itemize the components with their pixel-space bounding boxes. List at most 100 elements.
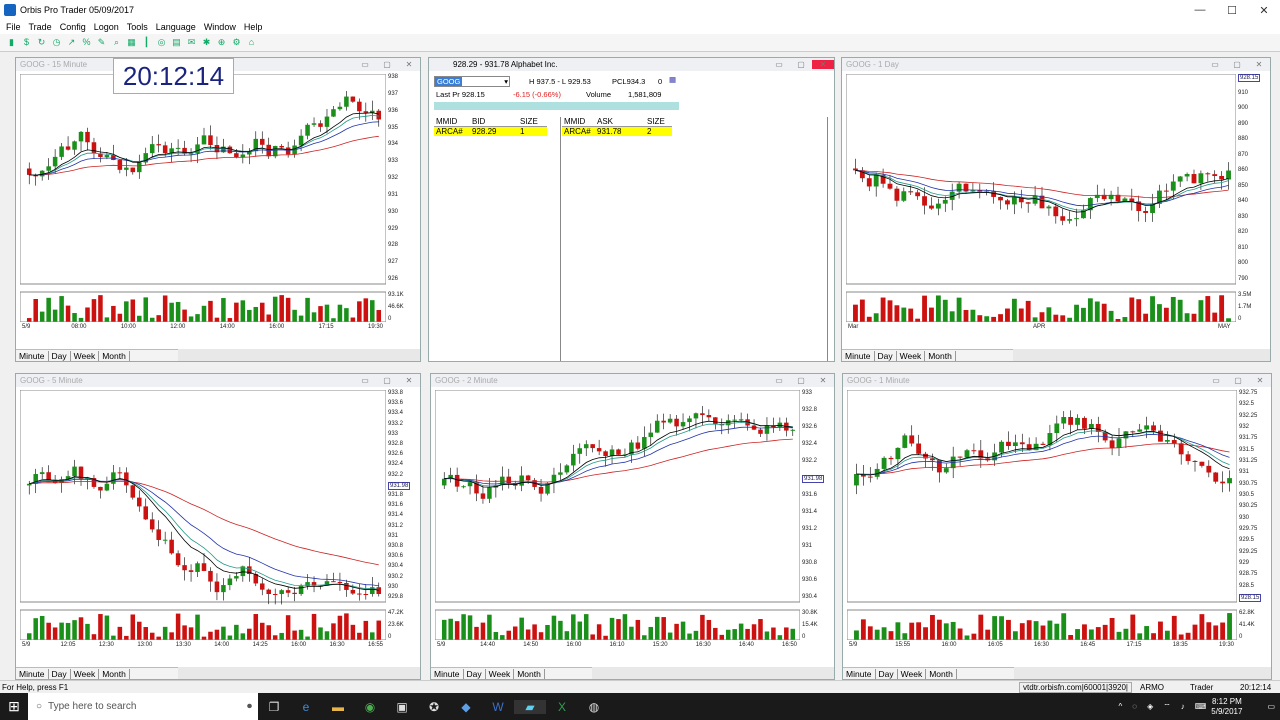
window-minimize[interactable]: ▭ (768, 60, 790, 69)
tab-month[interactable]: Month (926, 668, 957, 679)
refresh-icon[interactable]: ↻ (36, 37, 47, 48)
tab-day[interactable]: Day (875, 350, 897, 361)
app3-icon[interactable]: ◍ (578, 700, 610, 714)
taskbar-search[interactable]: ○ Type here to search ⏺ (28, 693, 258, 720)
edge-icon[interactable]: e (290, 700, 322, 714)
window-restore[interactable]: ▢ (376, 376, 398, 385)
chevron-down-icon[interactable]: ▾ (504, 77, 508, 86)
world-icon[interactable]: ⊕ (216, 37, 227, 48)
tab-week[interactable]: Week (71, 350, 100, 361)
window-restore[interactable]: ▢ (790, 376, 812, 385)
windows-start-icon[interactable]: ⊞ (0, 698, 28, 715)
table-row[interactable]: ARCA# 931.78 2 (562, 127, 672, 136)
price-chart[interactable] (846, 74, 1236, 322)
horizontal-scrollbar[interactable] (1013, 349, 1270, 361)
excel-icon[interactable]: X (546, 700, 578, 714)
search-icon[interactable]: ⌕ (111, 37, 122, 48)
chevron-up-icon[interactable]: ^ (1119, 702, 1123, 711)
tool-icon[interactable]: ✎ (96, 37, 107, 48)
symbol-input[interactable]: GOOG (435, 77, 463, 86)
window-close[interactable]: ✕ (398, 60, 420, 69)
menu-trade[interactable]: Trade (29, 22, 52, 32)
keyboard-icon[interactable]: ⌨ (1195, 702, 1207, 711)
horizontal-scrollbar[interactable] (592, 667, 834, 679)
window-minimize[interactable]: ▭ (354, 376, 376, 385)
taskbar-clock[interactable]: 8:12 PM 5/9/2017 (1211, 697, 1242, 717)
layers-icon[interactable]: ▤ (171, 37, 182, 48)
store-icon[interactable]: ▣ (386, 700, 418, 714)
tab-day[interactable]: Day (49, 668, 71, 679)
tab-minute[interactable]: Minute (843, 668, 876, 679)
menu-config[interactable]: Config (60, 22, 86, 32)
microphone-icon[interactable]: ⏺ (247, 701, 252, 712)
tab-day[interactable]: Day (464, 668, 486, 679)
tab-week[interactable]: Week (71, 668, 100, 679)
menu-tools[interactable]: Tools (127, 22, 148, 32)
window-restore[interactable]: ▢ (790, 60, 812, 69)
settings-icon[interactable]: ⚙ (231, 37, 242, 48)
price-chart[interactable] (847, 390, 1237, 640)
mail-icon[interactable]: ✉ (186, 37, 197, 48)
percent-icon[interactable]: % (81, 37, 92, 48)
tab-week[interactable]: Week (897, 350, 926, 361)
window-minimize[interactable]: ▭ (1204, 60, 1226, 69)
notification-icon[interactable]: ▭ (1267, 702, 1275, 711)
tab-week[interactable]: Week (486, 668, 515, 679)
horizontal-scrollbar[interactable] (177, 349, 420, 361)
tab-minute[interactable]: Minute (16, 668, 49, 679)
window-restore[interactable]: ▢ (376, 60, 398, 69)
task-view-icon[interactable]: ❐ (258, 700, 290, 714)
price-chart[interactable] (435, 390, 800, 640)
window-restore[interactable]: ▢ (1227, 376, 1249, 385)
app-icon[interactable]: ✪ (418, 700, 450, 714)
minimize-button[interactable]: — (1184, 4, 1216, 17)
price-chart[interactable] (20, 390, 386, 640)
window-close[interactable]: ✕ (812, 60, 834, 69)
horizontal-scrollbar[interactable] (177, 667, 420, 679)
toolbar-icon[interactable]: ▮ (6, 37, 17, 48)
maximize-button[interactable]: ☐ (1216, 4, 1248, 17)
tab-month[interactable]: Month (99, 350, 130, 361)
dollar-icon[interactable]: $ (21, 37, 32, 48)
tab-day[interactable]: Day (876, 668, 898, 679)
orbis-icon[interactable]: ▰ (514, 699, 546, 714)
menu-window[interactable]: Window (204, 22, 236, 32)
window-restore[interactable]: ▢ (1226, 60, 1248, 69)
chart-icon[interactable]: ↗ (66, 37, 77, 48)
price-chart[interactable] (20, 74, 386, 322)
candle-icon[interactable]: ┃ (141, 37, 152, 48)
home-icon[interactable]: ⌂ (246, 37, 257, 48)
target-icon[interactable]: ◎ (156, 37, 167, 48)
window-close[interactable]: ✕ (1248, 60, 1270, 69)
tab-month[interactable]: Month (514, 668, 545, 679)
tab-month[interactable]: Month (99, 668, 130, 679)
window-minimize[interactable]: ▭ (768, 376, 790, 385)
word-icon[interactable]: W (482, 700, 514, 714)
clock-icon[interactable]: ◷ (51, 37, 62, 48)
volume-icon[interactable]: ♪ (1181, 702, 1185, 711)
tab-minute[interactable]: Minute (842, 350, 875, 361)
window-close[interactable]: ✕ (1249, 376, 1271, 385)
network-icon[interactable]: ◌ (1132, 702, 1137, 711)
gear-icon[interactable]: ✱ (201, 37, 212, 48)
tab-month[interactable]: Month (925, 350, 956, 361)
menu-help[interactable]: Help (244, 22, 263, 32)
chrome-icon[interactable]: ◉ (354, 700, 386, 714)
close-button[interactable]: ✕ (1248, 4, 1280, 17)
calc-icon[interactable]: ▦ (669, 75, 676, 84)
menu-file[interactable]: File (6, 22, 21, 32)
table-row[interactable]: ARCA# 928.29 1 (434, 127, 547, 136)
file-explorer-icon[interactable]: ▬ (322, 700, 354, 714)
tab-minute[interactable]: Minute (16, 350, 49, 361)
tab-day[interactable]: Day (49, 350, 71, 361)
grid-icon[interactable]: ▦ (126, 37, 137, 48)
menu-logon[interactable]: Logon (94, 22, 119, 32)
tab-week[interactable]: Week (898, 668, 927, 679)
window-minimize[interactable]: ▭ (354, 60, 376, 69)
app2-icon[interactable]: ◆ (450, 700, 482, 714)
tab-minute[interactable]: Minute (431, 668, 464, 679)
dropbox-icon[interactable]: ◈ (1147, 702, 1153, 711)
window-close[interactable]: ✕ (398, 376, 420, 385)
window-minimize[interactable]: ▭ (1205, 376, 1227, 385)
horizontal-scrollbar[interactable] (1014, 667, 1271, 679)
